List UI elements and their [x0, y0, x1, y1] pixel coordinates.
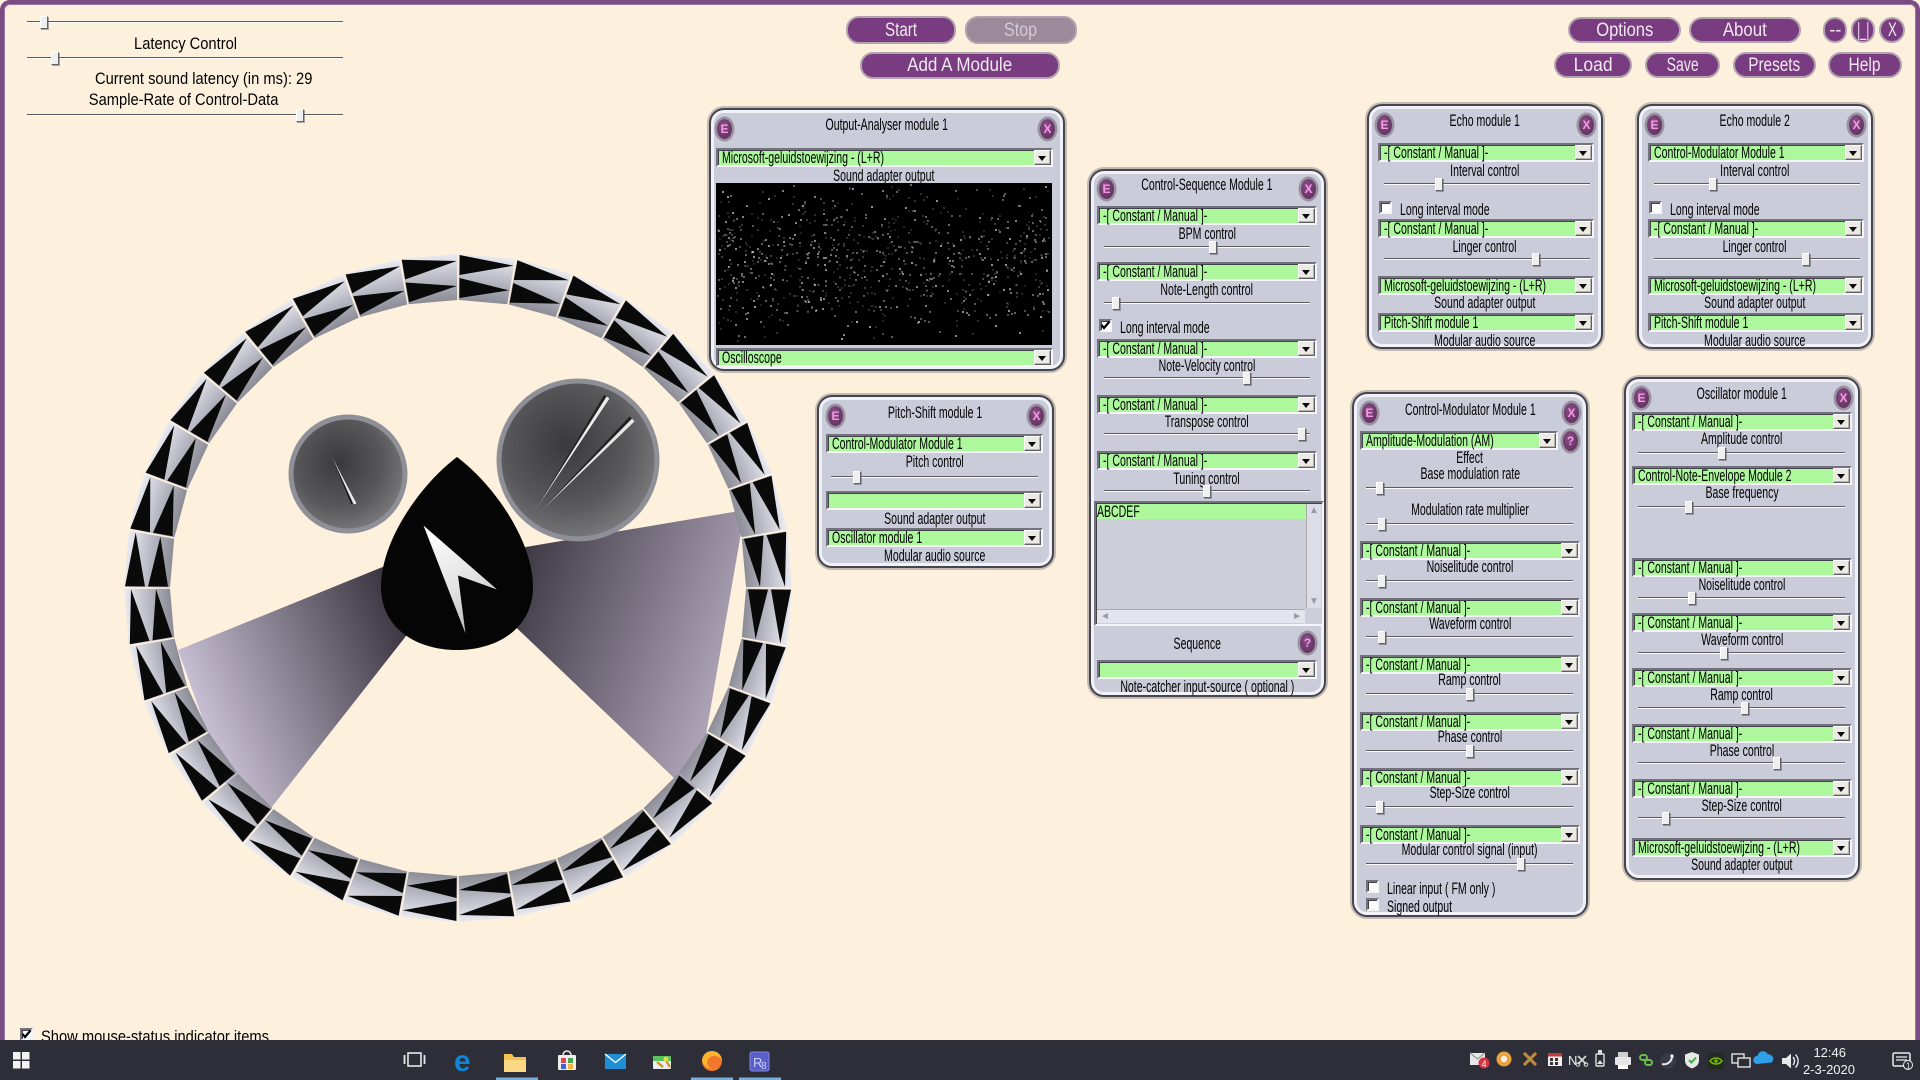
svg-text:12:462-3-2020: 12:462-3-2020	[1803, 1045, 1855, 1077]
svg-text:8: 8	[761, 1061, 767, 1072]
svg-text:e: e	[454, 1045, 471, 1078]
svg-text:4: 4	[1482, 1059, 1487, 1069]
svg-text:N: N	[1568, 1053, 1577, 1068]
svg-text:1: 1	[1906, 1062, 1911, 1071]
